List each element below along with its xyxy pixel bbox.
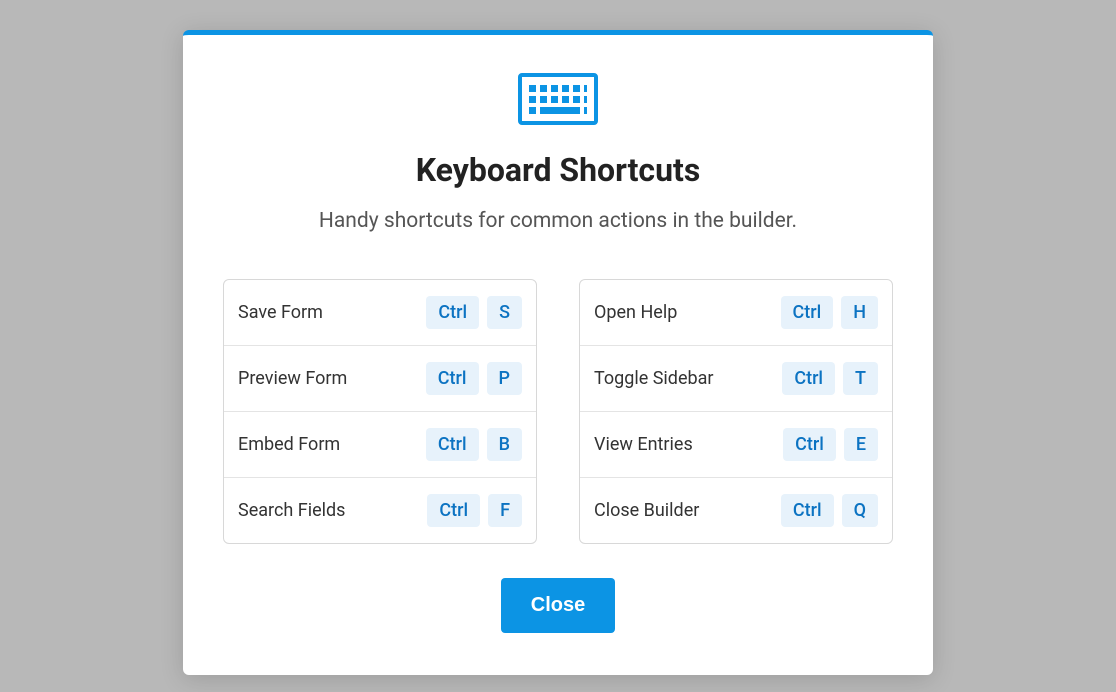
key: Ctrl	[426, 362, 479, 395]
shortcut-row-preview-form: Preview Form Ctrl P	[224, 346, 536, 412]
shortcut-keys: Ctrl T	[782, 362, 878, 395]
keyboard-shortcuts-modal: Keyboard Shortcuts Handy shortcuts for c…	[183, 30, 933, 675]
shortcut-keys: Ctrl E	[783, 428, 878, 461]
key: Ctrl	[781, 494, 834, 527]
modal-title: Keyboard Shortcuts	[223, 151, 893, 189]
shortcut-keys: Ctrl F	[427, 494, 522, 527]
shortcut-keys: Ctrl P	[426, 362, 522, 395]
shortcut-label: View Entries	[594, 434, 693, 455]
key: Ctrl	[782, 362, 835, 395]
shortcuts-column: Open Help Ctrl H Toggle Sidebar Ctrl T V…	[579, 279, 893, 544]
key: H	[841, 296, 878, 329]
shortcut-row-embed-form: Embed Form Ctrl B	[224, 412, 536, 478]
shortcut-row-search-fields: Search Fields Ctrl F	[224, 478, 536, 543]
shortcuts-columns: Save Form Ctrl S Preview Form Ctrl P Emb…	[223, 279, 893, 544]
key: S	[487, 296, 522, 329]
key: E	[844, 428, 878, 461]
shortcut-row-save-form: Save Form Ctrl S	[224, 280, 536, 346]
shortcut-label: Preview Form	[238, 368, 347, 389]
shortcut-row-view-entries: View Entries Ctrl E	[580, 412, 892, 478]
shortcut-row-toggle-sidebar: Toggle Sidebar Ctrl T	[580, 346, 892, 412]
key: P	[487, 362, 523, 395]
shortcut-keys: Ctrl H	[781, 296, 878, 329]
modal-subtitle: Handy shortcuts for common actions in th…	[223, 209, 893, 233]
modal-footer: Close	[223, 578, 893, 633]
key: Ctrl	[427, 494, 480, 527]
key: B	[487, 428, 522, 461]
shortcut-label: Toggle Sidebar	[594, 368, 714, 389]
close-button[interactable]: Close	[501, 578, 615, 633]
shortcut-row-close-builder: Close Builder Ctrl Q	[580, 478, 892, 543]
shortcut-label: Save Form	[238, 302, 323, 323]
key: F	[488, 494, 522, 527]
key: T	[843, 362, 878, 395]
shortcut-keys: Ctrl Q	[781, 494, 878, 527]
shortcut-label: Embed Form	[238, 434, 340, 455]
shortcut-keys: Ctrl B	[426, 428, 522, 461]
key: Ctrl	[426, 428, 479, 461]
key: Ctrl	[783, 428, 836, 461]
shortcut-label: Close Builder	[594, 500, 699, 521]
keyboard-icon	[518, 73, 598, 125]
key: Q	[842, 494, 878, 527]
shortcut-keys: Ctrl S	[426, 296, 522, 329]
key: Ctrl	[426, 296, 479, 329]
shortcuts-column: Save Form Ctrl S Preview Form Ctrl P Emb…	[223, 279, 537, 544]
key: Ctrl	[781, 296, 834, 329]
shortcut-label: Open Help	[594, 302, 677, 323]
shortcut-row-open-help: Open Help Ctrl H	[580, 280, 892, 346]
keyboard-icon-wrapper	[223, 73, 893, 125]
shortcut-label: Search Fields	[238, 500, 345, 521]
